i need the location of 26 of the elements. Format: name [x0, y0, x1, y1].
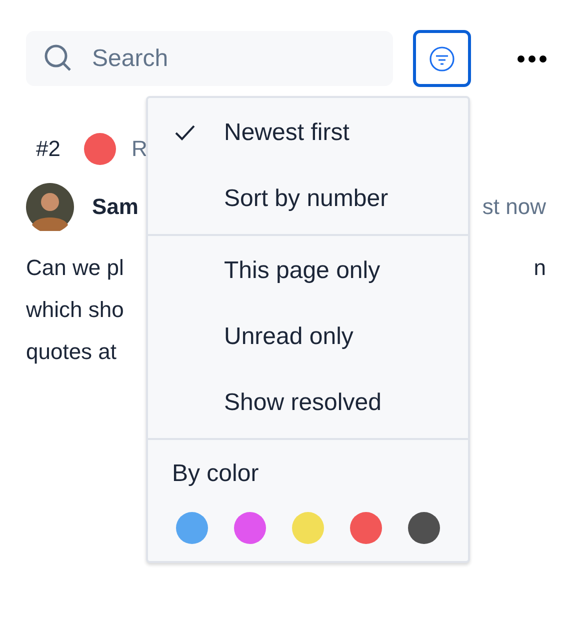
comment-number: #2 — [36, 136, 60, 162]
comment-time: st now — [482, 194, 546, 220]
menu-item[interactable]: This page only — [148, 238, 468, 304]
color-swatch[interactable] — [408, 512, 440, 544]
checkmark-icon — [174, 124, 196, 142]
author-name: Sam — [92, 194, 138, 220]
filter-button[interactable] — [413, 30, 471, 87]
menu-item[interactable]: Newest first — [148, 100, 468, 166]
comment-text: n — [534, 254, 546, 282]
avatar — [26, 183, 74, 231]
menu-heading: By color — [171, 459, 260, 488]
menu-item[interactable]: Sort by number — [148, 166, 468, 232]
color-swatch[interactable] — [176, 512, 208, 544]
comment-text: Can we pl — [26, 254, 124, 282]
menu-item[interactable]: Unread only — [148, 304, 468, 370]
search-icon — [44, 44, 72, 72]
search-field[interactable]: Search — [26, 31, 393, 86]
color-swatch[interactable] — [234, 512, 266, 544]
status-text: R — [131, 136, 148, 162]
filter-icon — [429, 46, 455, 72]
comment-text: quotes at — [26, 338, 117, 366]
comment-text: which sho — [26, 296, 124, 324]
color-swatch[interactable] — [292, 512, 324, 544]
more-icon — [517, 54, 547, 62]
menu-item[interactable]: Show resolved — [148, 370, 468, 436]
color-swatch[interactable] — [350, 512, 382, 544]
